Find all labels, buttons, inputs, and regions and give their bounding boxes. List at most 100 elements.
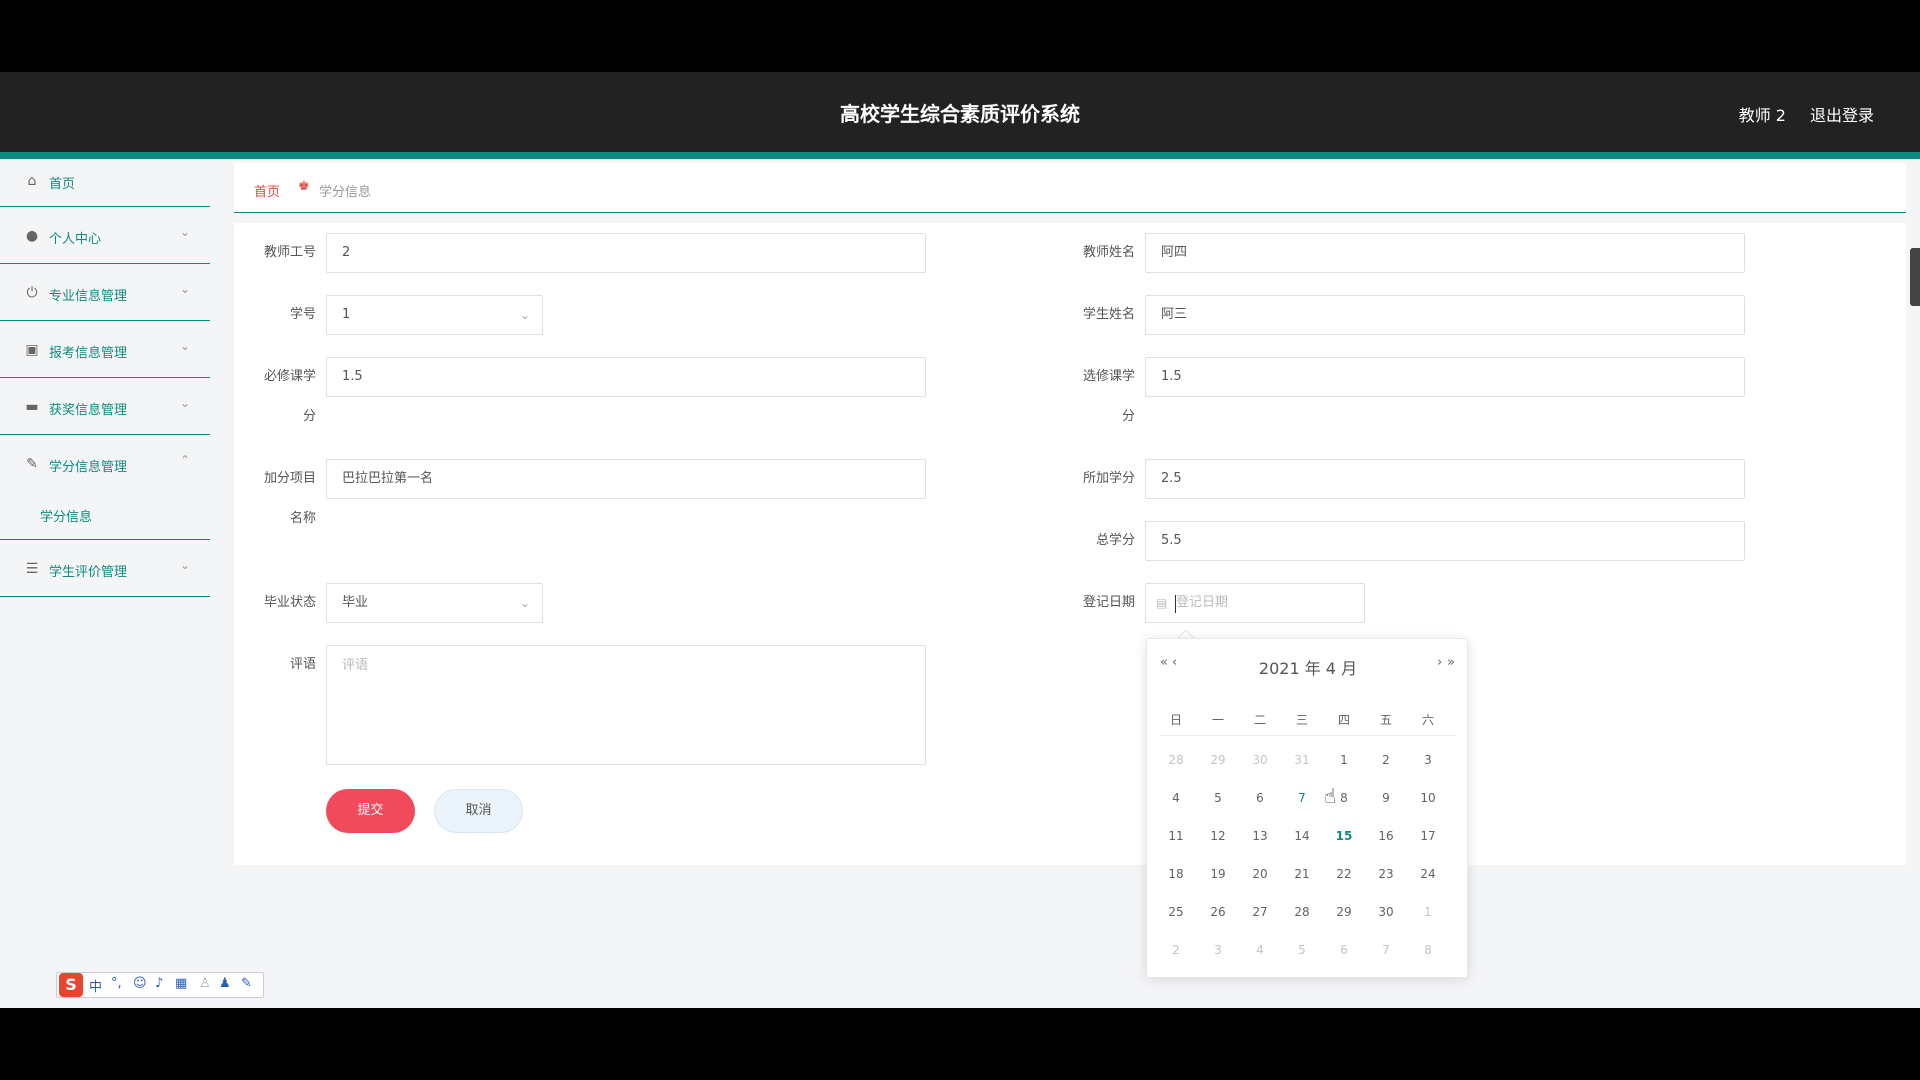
keyboard-icon[interactable]: ▦ [175,976,187,991]
datepicker-day[interactable]: 4 [1245,935,1275,965]
datepicker-day[interactable]: 19 [1203,859,1233,889]
bonus-item-field[interactable]: 巴拉巴拉第一名 [326,459,926,499]
datepicker-day[interactable]: 30 [1371,897,1401,927]
total-credit-field[interactable]: 5.5 [1145,521,1745,561]
datepicker-day[interactable]: 2 [1161,935,1191,965]
reg-date-placeholder: 登记日期 [1176,595,1229,610]
cancel-button[interactable]: 取消 [434,789,523,833]
student-name-field[interactable]: 阿三 [1145,295,1745,335]
datepicker-day[interactable]: 27 [1245,897,1275,927]
datepicker-day[interactable]: 4 [1161,783,1191,813]
current-user: 教师 2 [1738,106,1786,125]
chevron-down-icon: ⌄ [179,558,190,572]
monitor-icon: ▬ [25,399,39,415]
reg-date-input[interactable]: ▤ 登记日期 [1145,583,1365,623]
hand-cursor-icon: ☝ [1324,784,1337,808]
datepicker-day[interactable]: 11 [1161,821,1191,851]
datepicker-day[interactable]: 6 [1329,935,1359,965]
sidebar-item-credit-management[interactable]: ✎ 学分信息管理 ⌃ [0,435,210,492]
datepicker-day[interactable]: 29 [1329,897,1359,927]
datepicker-day[interactable]: 18 [1161,859,1191,889]
datepicker-day[interactable]: 3 [1203,935,1233,965]
datepicker-day[interactable]: 9 [1371,783,1401,813]
datepicker-day[interactable]: 24 [1413,859,1443,889]
datepicker-day[interactable]: 31 [1287,745,1317,775]
required-credit-field[interactable]: 1.5 [326,357,926,397]
submit-button[interactable]: 提交 [326,789,415,833]
smile-icon[interactable]: ☺ [133,976,147,991]
sidebar-item-label: 个人中心 [49,232,102,247]
elective-credit-label: 选修课学 [1082,369,1135,384]
mic-icon[interactable]: ♪ [155,976,163,991]
grad-status-select[interactable]: 毕业 ⌄ [326,583,543,623]
sidebar-item-home[interactable]: ⌂ 首页 [0,159,210,207]
datepicker-day[interactable]: 1 [1413,897,1443,927]
datepicker-day[interactable]: 8 [1413,935,1443,965]
bonus-credit-label: 所加学分 [1082,471,1135,486]
bonus-item-label-cont: 名称 [289,511,316,526]
side-handle[interactable] [1910,248,1920,306]
sidebar-item-exam-management[interactable]: ▣ 报考信息管理 ⌄ [0,321,210,378]
sidebar-item-label: 报考信息管理 [49,346,128,361]
teacher-id-label: 教师工号 [263,245,316,260]
datepicker-day[interactable]: 16 [1371,821,1401,851]
datepicker-day[interactable]: 7 [1371,935,1401,965]
sidebar-item-major-management[interactable]: ⏻ 专业信息管理 ⌄ [0,264,210,321]
bell-off-icon: ✎ [26,456,38,472]
sidebar-subitem-credit-info[interactable]: 学分信息 [0,492,210,540]
datepicker-day[interactable]: 7 [1287,783,1317,813]
teacher-id-field[interactable]: 2 [326,233,926,273]
bonus-credit-field[interactable]: 2.5 [1145,459,1745,499]
chevron-up-icon: ⌃ [179,453,190,467]
elective-credit-field[interactable]: 1.5 [1145,357,1745,397]
datepicker-day[interactable]: 2 [1371,745,1401,775]
datepicker-day[interactable]: 30 [1245,745,1275,775]
sidebar-item-personal-center[interactable]: ● 个人中心 ⌄ [0,207,210,264]
sidebar-item-award-management[interactable]: ▬ 获奖信息管理 ⌄ [0,378,210,435]
datepicker-day[interactable]: 3 [1413,745,1443,775]
datepicker-day[interactable]: 28 [1287,897,1317,927]
datepicker-day[interactable]: 10 [1413,783,1443,813]
header-accent-bar [0,152,1920,159]
datepicker-day[interactable]: 25 [1161,897,1191,927]
breadcrumb-home[interactable]: 首页 [254,181,280,200]
datepicker-day[interactable]: 5 [1203,783,1233,813]
datepicker-day[interactable]: 21 [1287,859,1317,889]
credit-form: 教师工号 2 教师姓名 阿四 学号 1 ⌄ 学生姓名 阿三 必修课学 分 1.5… [234,223,1906,865]
weekday-label: 六 [1421,713,1434,727]
datepicker-day[interactable]: 23 [1371,859,1401,889]
ime-punct[interactable]: °, [111,976,122,991]
next-month-button[interactable]: › [1437,655,1442,670]
logout-link[interactable]: 退出登录 [1810,102,1874,126]
datepicker-day[interactable]: 5 [1287,935,1317,965]
datepicker-day[interactable]: 12 [1203,821,1233,851]
datepicker-day[interactable]: 14 [1287,821,1317,851]
reg-date-label: 登记日期 [1082,595,1135,610]
datepicker-day[interactable]: 26 [1203,897,1233,927]
chevron-down-icon: ⌄ [179,225,190,239]
datepicker-day[interactable]: 28 [1161,745,1191,775]
datepicker-day[interactable]: 29 [1203,745,1233,775]
next-year-button[interactable]: » [1447,655,1455,670]
teacher-name-field[interactable]: 阿四 [1145,233,1745,273]
required-credit-label: 必修课学 [263,369,316,384]
student-name-label: 学生姓名 [1082,307,1135,322]
shirt-icon[interactable]: ♟ [219,976,231,991]
datepicker-day[interactable]: 13 [1245,821,1275,851]
ime-mode[interactable]: 中 [89,976,102,995]
comment-textarea[interactable]: 评语 [326,645,926,765]
datepicker-day[interactable]: 6 [1245,783,1275,813]
comment-placeholder: 评语 [342,658,369,673]
datepicker-day[interactable]: 17 [1413,821,1443,851]
sidebar-item-label: 专业信息管理 [49,289,128,304]
datepicker-day[interactable]: 22 [1329,859,1359,889]
sidebar-item-evaluation-management[interactable]: ☰ 学生评价管理 ⌄ [0,540,210,597]
chevron-down-icon: ⌄ [179,282,190,296]
sidebar: ⌂ 首页 ● 个人中心 ⌄ ⏻ 专业信息管理 ⌄ ▣ 报考信息管理 ⌄ ▬ 获奖… [0,159,210,1008]
datepicker-day[interactable]: 20 [1245,859,1275,889]
datepicker-day[interactable]: 1 [1329,745,1359,775]
student-no-select[interactable]: 1 ⌄ [326,295,543,335]
datepicker-day[interactable]: 15 [1329,821,1359,851]
person-icon[interactable]: ♙ [199,976,211,991]
wrench-icon[interactable]: ✎ [241,976,252,991]
